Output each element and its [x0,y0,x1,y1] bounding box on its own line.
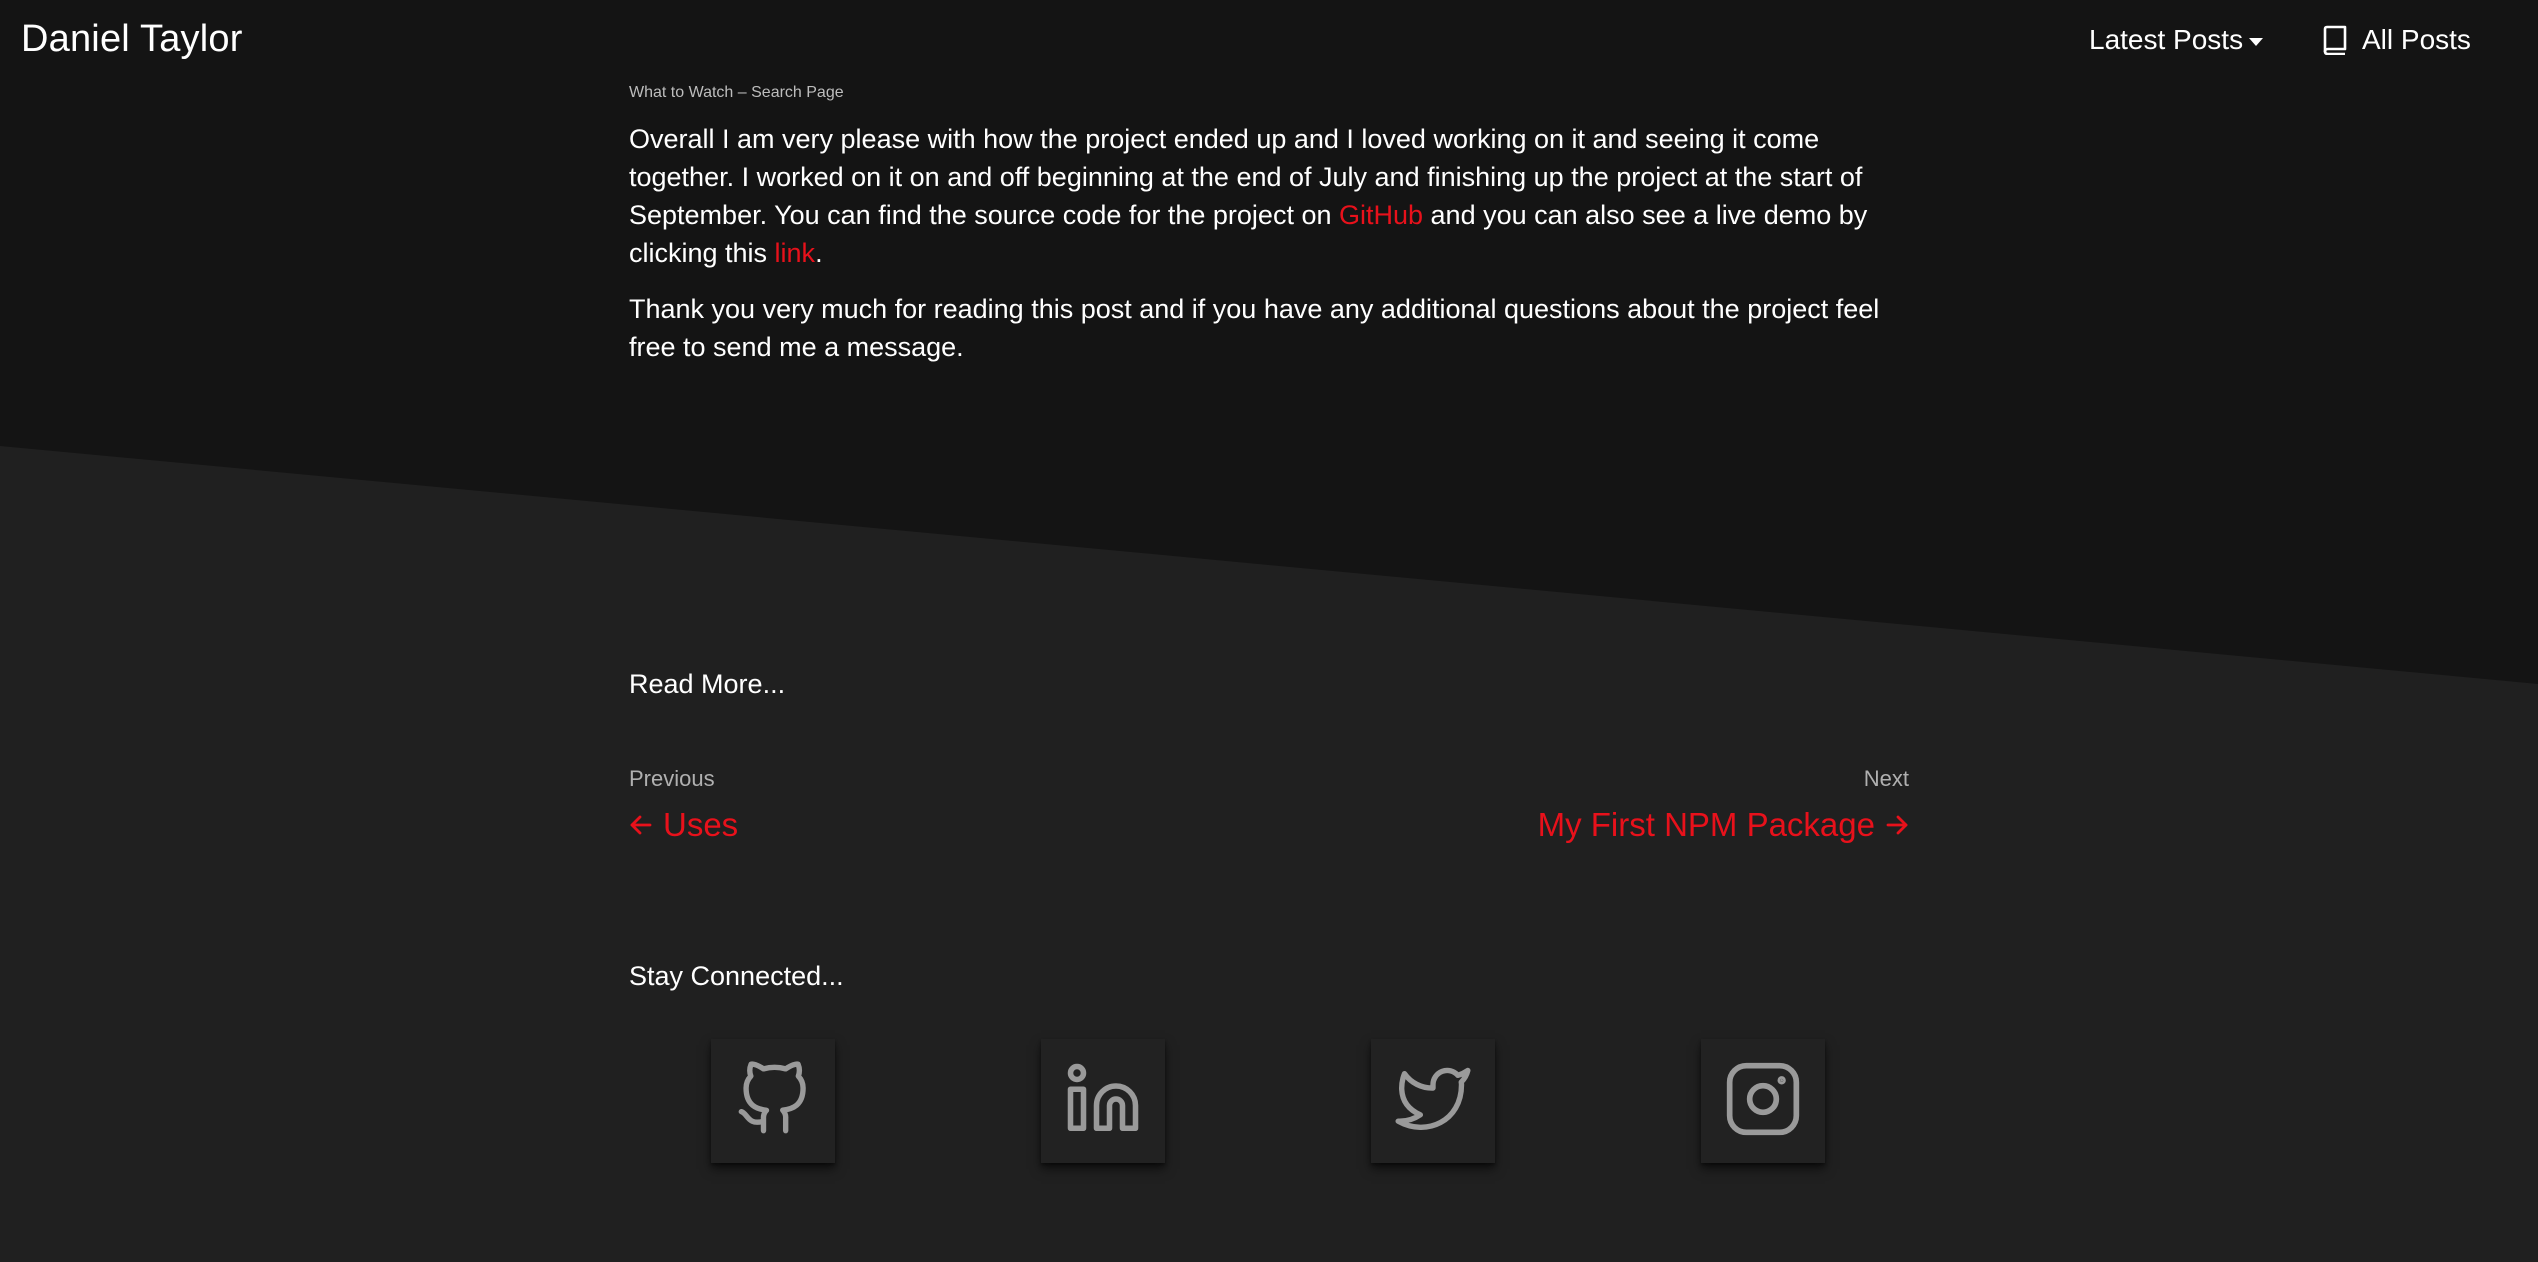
article-content: What to Watch – Search Page Overall I am… [629,84,1909,384]
next-label: Next [1863,766,1909,791]
linkedin-social-button[interactable] [1041,1039,1165,1163]
paragraph-text: . [815,238,823,268]
twitter-social-button[interactable] [1371,1039,1495,1163]
linkedin-icon [1064,1060,1142,1143]
previous-post-link[interactable]: Uses [629,806,738,844]
book-icon [2322,25,2348,55]
instagram-social-button[interactable] [1701,1039,1825,1163]
previous-label: Previous [629,766,715,791]
arrow-left-icon [629,813,653,837]
article-paragraph: Thank you very much for reading this pos… [629,294,1880,362]
latest-posts-dropdown[interactable]: Latest Posts [2089,24,2264,56]
page: Daniel Taylor Latest Posts All Posts Wha… [0,0,2538,1262]
brand-link[interactable]: Daniel Taylor [21,18,243,61]
article-paragraph: Overall I am very please with how the pr… [629,120,1909,272]
arrow-right-icon [1885,813,1909,837]
stay-connected-heading: Stay Connected... [629,961,844,991]
github-social-button[interactable] [711,1039,835,1163]
demo-link[interactable]: link [775,238,816,268]
image-caption: What to Watch – Search Page [629,84,844,101]
all-posts-label: All Posts [2362,24,2471,55]
twitter-icon [1391,1061,1475,1142]
navbar: Daniel Taylor Latest Posts All Posts [0,0,2538,82]
all-posts-link[interactable]: All Posts [2322,24,2471,56]
instagram-icon [1723,1059,1803,1144]
previous-post-title: Uses [663,806,739,843]
caret-down-icon [2249,37,2264,46]
read-more-heading: Read More... [629,669,786,699]
github-icon [735,1059,811,1144]
latest-posts-label: Latest Posts [2089,24,2244,55]
next-post-link[interactable]: My First NPM Package [1538,806,1909,844]
github-link[interactable]: GitHub [1339,200,1423,230]
next-post-title: My First NPM Package [1537,806,1875,843]
